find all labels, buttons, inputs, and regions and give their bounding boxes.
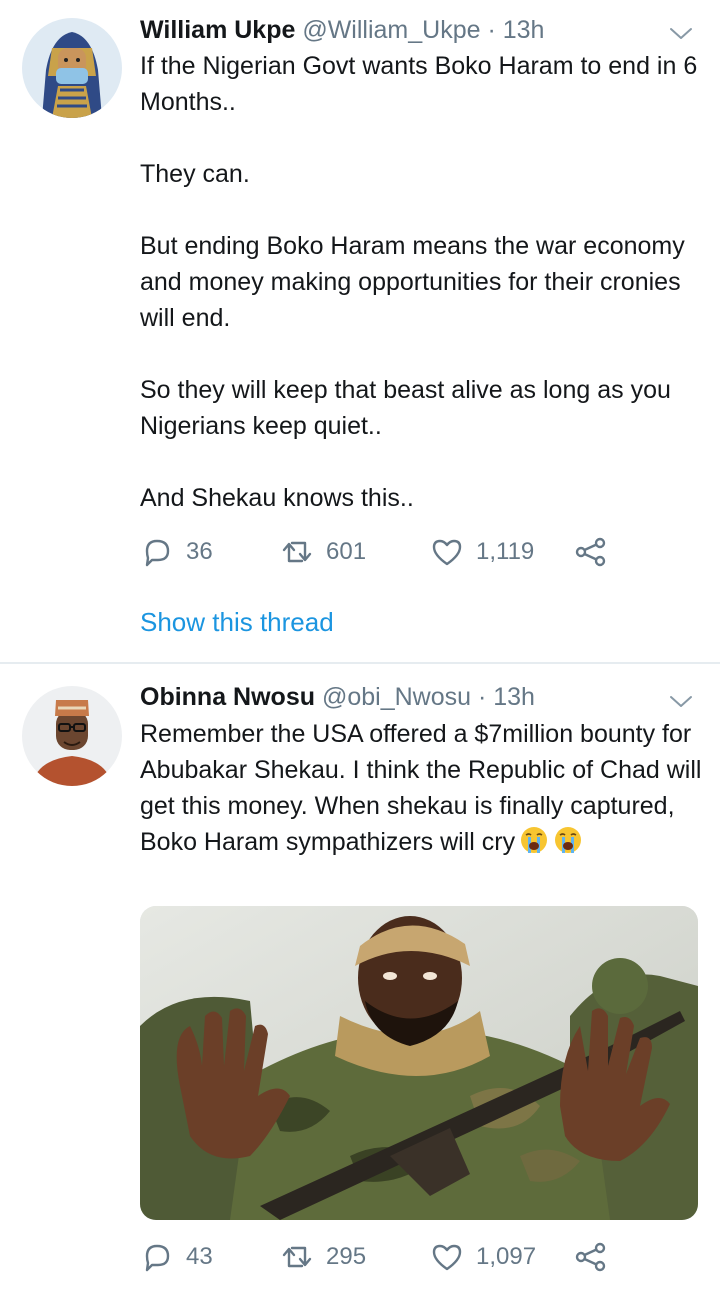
share-icon	[575, 1242, 606, 1272]
retweet-count: 295	[326, 1243, 367, 1270]
like-button[interactable]: 1,097	[430, 1237, 536, 1277]
retweet-icon	[282, 1246, 312, 1268]
retweet-button[interactable]: 295	[280, 1237, 366, 1277]
heart-icon	[432, 1244, 462, 1271]
tweet-actions: 43 295 1,097	[140, 1237, 620, 1277]
reply-button[interactable]: 43	[140, 1237, 213, 1277]
tweet-media-photo[interactable]	[140, 906, 698, 1220]
tweet-text: Remember the USA offered a $7million bou…	[140, 716, 705, 860]
timestamp[interactable]: 13h	[493, 683, 535, 711]
author-avatar[interactable]	[22, 686, 122, 786]
loudly-crying-face-icon	[555, 827, 582, 853]
separator-dot: ·	[477, 683, 487, 711]
tweet-paragraph-text: Remember the USA offered a $7million bou…	[140, 720, 702, 856]
tweet-paragraph: Remember the USA offered a $7million bou…	[140, 716, 705, 860]
avatar-image	[22, 686, 122, 786]
author-handle[interactable]: @obi_Nwosu	[322, 683, 471, 711]
loudly-crying-face-icon	[521, 827, 548, 853]
share-button[interactable]	[574, 1237, 608, 1277]
chevron-down-icon[interactable]	[668, 688, 694, 714]
reply-icon	[145, 1244, 170, 1272]
author-name[interactable]: Obinna Nwosu	[140, 683, 315, 711]
like-count: 1,097	[476, 1243, 537, 1270]
tweet-header: Obinna Nwosu @obi_Nwosu · 13h	[140, 681, 690, 713]
reply-count: 43	[186, 1243, 213, 1270]
tweet[interactable]: Obinna Nwosu @obi_Nwosu · 13h Remember t…	[0, 0, 720, 1313]
photo-man-in-camouflage-with-rifle	[140, 906, 698, 1220]
